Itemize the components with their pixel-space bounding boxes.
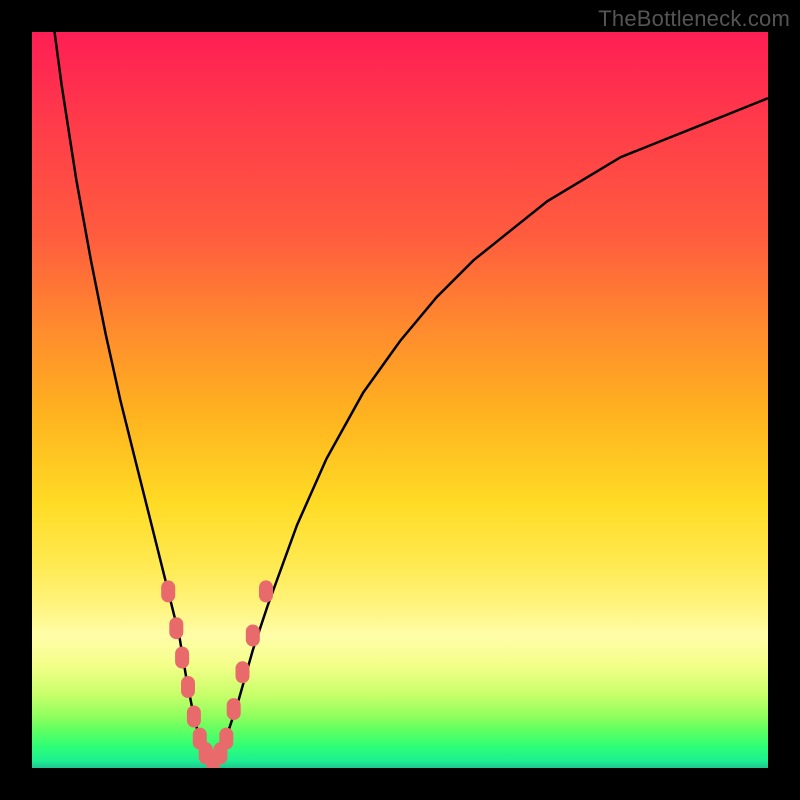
chart-frame: TheBottleneck.com (0, 0, 800, 800)
watermark-label: TheBottleneck.com (598, 6, 790, 32)
plot-area (32, 32, 768, 768)
